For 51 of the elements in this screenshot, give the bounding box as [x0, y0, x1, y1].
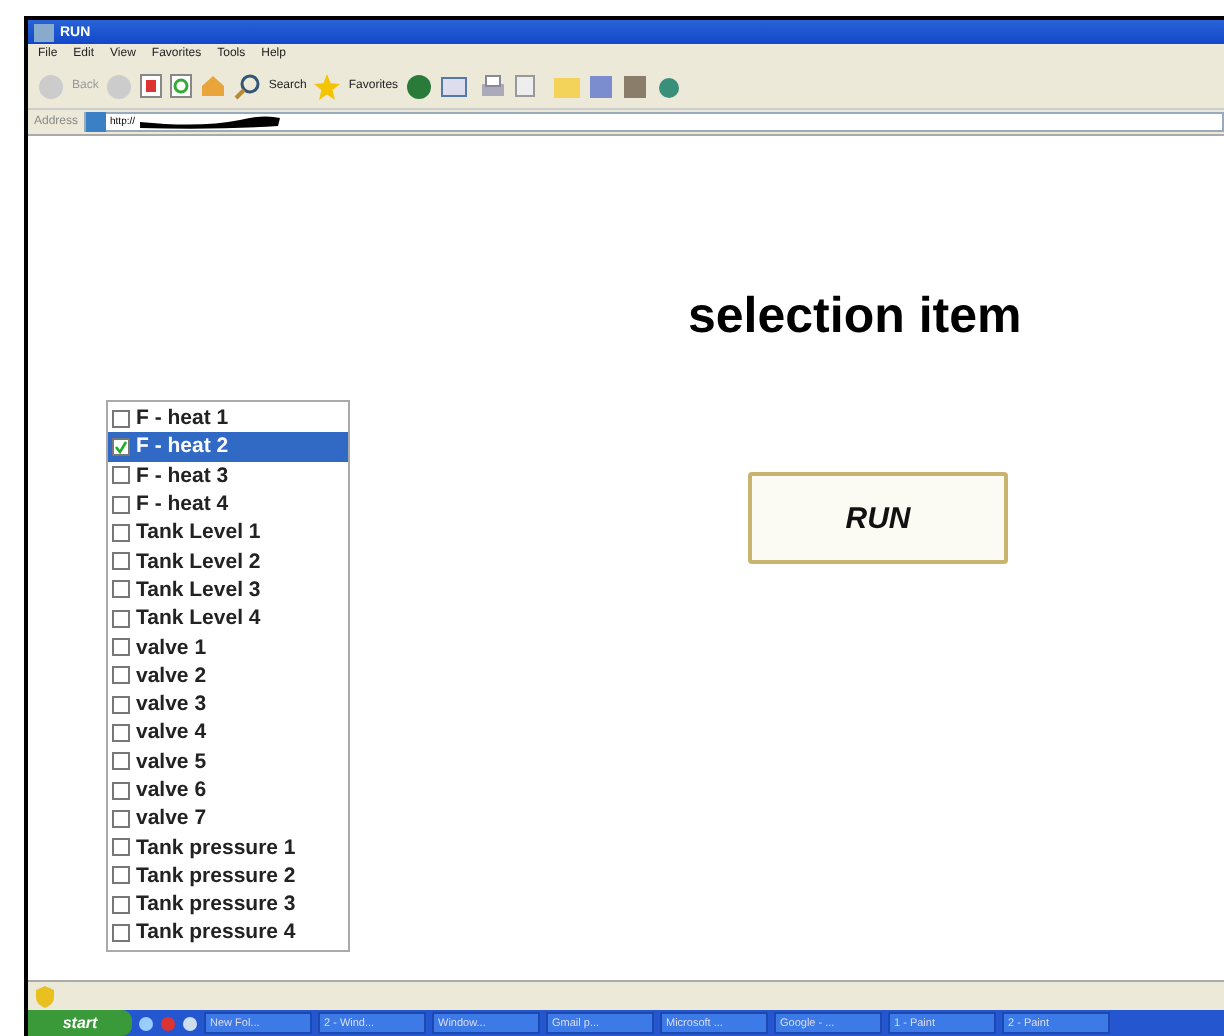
checkbox[interactable] [112, 409, 130, 428]
checkbox[interactable] [112, 466, 130, 485]
list-item[interactable]: valve 1 [108, 632, 348, 662]
star-icon[interactable] [314, 73, 341, 99]
list-item[interactable]: Tank pressure 3 [108, 890, 348, 919]
list-item[interactable]: Tank Level 2 [108, 546, 348, 576]
checkbox[interactable] [112, 437, 130, 456]
checkbox[interactable] [112, 752, 130, 771]
list-item[interactable]: F - heat 3 [108, 461, 348, 490]
checkbox[interactable] [112, 695, 130, 714]
checkbox[interactable] [112, 552, 130, 571]
checkbox[interactable] [112, 866, 130, 885]
item-listbox[interactable] [106, 400, 350, 952]
redaction-mark [139, 114, 280, 130]
checkbox[interactable] [112, 895, 130, 914]
list-item[interactable]: valve 2 [108, 661, 348, 690]
list-item[interactable]: Tank pressure 4 [108, 918, 348, 948]
list-item[interactable]: valve 5 [108, 747, 348, 776]
list-item[interactable]: Tank Level 3 [108, 575, 348, 605]
checkbox[interactable] [112, 809, 130, 828]
checkbox[interactable] [112, 666, 130, 685]
printer-icon[interactable] [480, 73, 507, 99]
checkbox[interactable] [112, 838, 130, 857]
list-item[interactable]: Tank pressure 2 [108, 861, 348, 891]
list-item[interactable]: Tank Level 1 [108, 518, 348, 547]
list-item[interactable]: Tank pressure 1 [108, 832, 348, 862]
checkbox[interactable] [112, 723, 130, 742]
checkbox[interactable] [112, 609, 130, 628]
checkbox[interactable] [112, 923, 130, 942]
checkbox[interactable] [112, 638, 130, 657]
shield-icon [36, 985, 54, 1007]
refresh-icon[interactable] [170, 74, 193, 98]
checkbox[interactable] [112, 580, 130, 599]
stop-icon[interactable] [140, 74, 163, 98]
list-item[interactable]: F - heat 2 [108, 432, 348, 462]
checkbox[interactable] [112, 781, 130, 799]
list-item[interactable]: F - heat 4 [108, 489, 348, 519]
list-item[interactable]: valve 6 [108, 775, 348, 805]
checkbox[interactable] [112, 495, 130, 514]
start-button[interactable]: start [28, 1010, 132, 1036]
checkbox[interactable] [112, 523, 130, 542]
page-heading: selection item [688, 288, 1022, 346]
list-item[interactable]: valve 7 [108, 804, 348, 833]
mail-icon[interactable] [440, 74, 473, 98]
run-button[interactable]: RUN [748, 472, 1008, 564]
list-item[interactable]: F - heat 1 [108, 404, 348, 433]
list-item[interactable]: valve 4 [108, 718, 348, 748]
list-item[interactable]: Tank Level 4 [108, 604, 348, 633]
search-icon[interactable] [234, 73, 261, 99]
page-icon [86, 112, 107, 132]
list-item[interactable]: valve 3 [108, 689, 348, 719]
